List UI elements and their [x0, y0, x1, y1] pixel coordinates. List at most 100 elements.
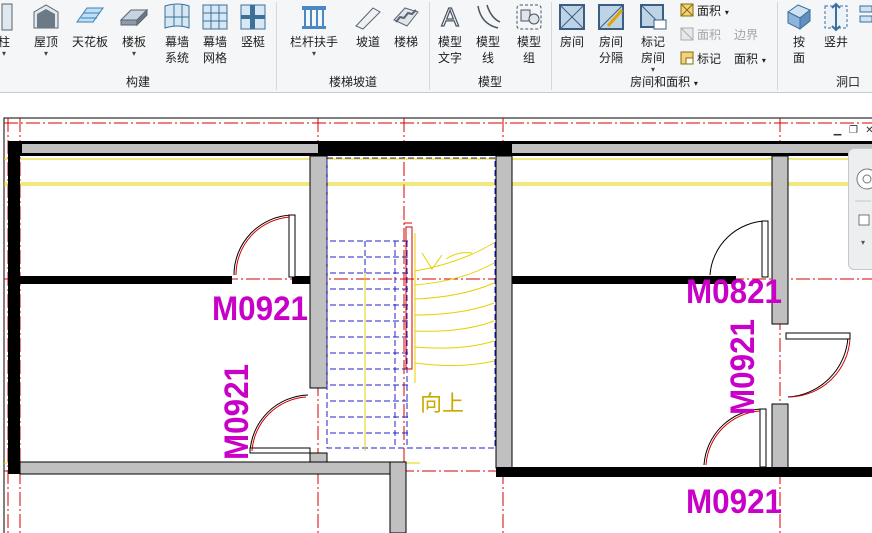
panel-room-area-title[interactable]: 房间和面积 ▾: [552, 73, 776, 90]
winder: [414, 242, 495, 272]
ceiling-button[interactable]: 天花板: [68, 2, 112, 50]
tag-room-label: 标记 房间: [640, 35, 665, 65]
wall: [8, 462, 20, 474]
wall: [771, 403, 789, 473]
column-icon: [1, 3, 13, 31]
winder: [414, 302, 495, 316]
mullion-label: 竖梃: [240, 35, 265, 49]
curtain-grid-icon: [202, 4, 228, 30]
door-swing: [705, 410, 761, 466]
area-label: 面积: [697, 4, 722, 18]
curtain-grid-button[interactable]: 幕墙 网格: [197, 2, 233, 66]
tag-area-dropdown[interactable]: 面积 ▾: [734, 50, 766, 68]
navigation-bar[interactable]: ▾: [848, 148, 872, 270]
column-label: 柱: [0, 35, 10, 49]
room-separator-button[interactable]: 房间 分隔: [593, 2, 629, 66]
winder: [414, 282, 495, 300]
stair-treads: [330, 240, 410, 448]
tag-room-button[interactable]: 标记 房间 ▾: [633, 2, 673, 74]
stair-outline: [326, 157, 496, 449]
door-tag[interactable]: M0921: [212, 290, 308, 328]
door-tag[interactable]: M0921: [218, 364, 256, 460]
door-swing: [251, 396, 307, 452]
reference-lines: [4, 158, 872, 464]
zoom-icon: [858, 214, 870, 226]
room-icon: [559, 4, 585, 30]
floor-button[interactable]: 楼板 ▾: [114, 2, 154, 58]
room-button[interactable]: 房间: [554, 2, 590, 50]
door-leaf: [288, 214, 296, 278]
panel-model-title: 模型: [477, 75, 502, 89]
model-group-label: 模型 组: [516, 35, 541, 65]
floor-label: 楼板: [121, 35, 146, 49]
area-boundary-label: 边界: [734, 28, 759, 42]
door-tag[interactable]: M0821: [686, 273, 782, 311]
door-leaf: [761, 220, 769, 278]
winder: [414, 340, 495, 349]
area-disabled-button[interactable]: 面积: [680, 26, 721, 44]
tag-area-button[interactable]: 标记: [680, 50, 721, 68]
door-swing: [787, 336, 849, 398]
svg-text:▾: ▾: [861, 238, 865, 247]
curtain-grid-label: 幕墙 网格: [202, 35, 227, 65]
ribbon: 柱 ▾ 屋顶 ▾ 天花板 楼板 ▾ 幕墙 系统 幕墙 网格 竖梃 构建 栏杆扶手…: [0, 0, 872, 93]
ceiling-label: 天花板: [71, 35, 108, 49]
area-disabled-label: 面积: [697, 28, 722, 42]
door-swing: [235, 216, 291, 276]
opening-extra-button[interactable]: [858, 2, 872, 34]
floor-icon: [119, 8, 149, 27]
door-swing: [709, 220, 767, 276]
stair-icon: [393, 7, 419, 27]
ceiling-icon: [76, 7, 104, 23]
stair-railing: [404, 222, 413, 370]
by-face-button[interactable]: 按 面: [782, 2, 816, 66]
door-tag[interactable]: M0921: [686, 483, 782, 521]
wall: [389, 461, 407, 533]
navigation-wheel-icon: ▾: [855, 168, 872, 247]
chevron-down-icon: ▾: [724, 8, 729, 17]
model-line-icon: [477, 4, 501, 29]
wall: [309, 155, 328, 389]
door-leaf: [759, 408, 767, 468]
stair-button[interactable]: 楼梯: [388, 2, 424, 50]
chevron-down-icon: ▾: [1, 49, 6, 58]
tag-area-label: 面积: [734, 52, 759, 66]
column-button[interactable]: 柱 ▾: [0, 2, 16, 58]
ramp-button[interactable]: 坡道: [350, 2, 386, 50]
model-text-icon: A: [441, 2, 460, 32]
by-face-icon: [787, 4, 811, 31]
area-icon: [680, 3, 694, 17]
stair-label: 楼梯: [393, 35, 418, 49]
drawing-canvas[interactable]: ▁ ❐ ✕ M0921 M0921 M0821 M0921 M0921 向上 ▾: [0, 93, 872, 533]
curtain-system-button[interactable]: 幕墙 系统: [157, 2, 197, 66]
shaft-icon: [824, 2, 848, 32]
wall: [22, 144, 318, 153]
wall: [19, 461, 407, 475]
room-separator-icon: [598, 4, 624, 30]
stair-winders: [364, 233, 495, 451]
model-group-button[interactable]: 模型 组: [509, 2, 549, 66]
door-tag[interactable]: M0921: [724, 319, 762, 415]
wall: [495, 155, 513, 469]
roof-icon: [33, 4, 59, 29]
winder: [414, 320, 495, 332]
area-button[interactable]: 面积 ▾: [680, 2, 729, 20]
railing-button[interactable]: 栏杆扶手 ▾: [286, 2, 342, 58]
mullion-button[interactable]: 竖梃: [236, 2, 270, 50]
floor-plan: M0921 M0921 M0821 M0921 M0921 向上: [3, 117, 872, 533]
shaft-button[interactable]: 竖井: [818, 2, 854, 50]
model-text-button[interactable]: A 模型 文字: [432, 2, 468, 66]
chevron-down-icon: ▾: [131, 49, 136, 58]
panel-circulation-title: 楼梯坡道: [328, 75, 377, 89]
wall: [8, 141, 20, 474]
ramp-icon: [355, 7, 381, 30]
mullion-icon: [240, 4, 266, 30]
curtain-system-icon: [164, 3, 190, 29]
chevron-down-icon: ▾: [693, 79, 698, 88]
shaft-label: 竖井: [823, 35, 848, 49]
model-line-button[interactable]: 模型 线: [470, 2, 506, 66]
area-boundary-button[interactable]: 边界: [734, 26, 758, 44]
roof-button[interactable]: 屋顶 ▾: [26, 2, 66, 58]
wall: [512, 144, 872, 153]
tag-area-icon: [680, 51, 694, 65]
